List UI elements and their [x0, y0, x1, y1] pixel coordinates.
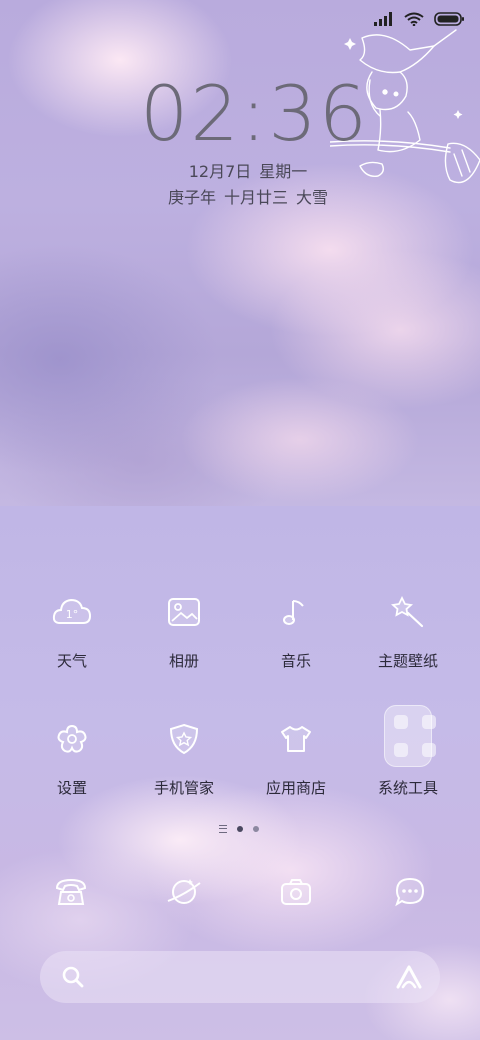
- app-security[interactable]: 手机管家: [128, 715, 240, 798]
- app-folder-system-tools[interactable]: 系统工具: [352, 704, 464, 798]
- messages-icon: [395, 877, 425, 907]
- app-store[interactable]: 应用商店: [240, 715, 352, 798]
- folder-preview: [384, 704, 436, 767]
- app-label: 相册: [168, 652, 199, 670]
- weekday-text: 星期一: [259, 162, 308, 181]
- page-indicator[interactable]: [219, 825, 259, 833]
- app-themes[interactable]: 主题壁纸: [352, 588, 464, 671]
- app-label: 天气: [56, 652, 87, 670]
- search-bar[interactable]: [40, 951, 440, 1003]
- app-weather[interactable]: 1° 天气: [16, 588, 128, 671]
- page-dot: [253, 826, 259, 832]
- app-store-shirt-icon: [272, 715, 320, 763]
- security-shield-icon: [160, 715, 208, 763]
- weather-icon-temp: 1°: [65, 607, 79, 621]
- dock-browser[interactable]: [154, 862, 214, 922]
- solar-term-text: 大雪: [296, 188, 329, 207]
- lunar-date-text: 十月廿三: [223, 188, 288, 207]
- camera-icon: [281, 879, 311, 905]
- phone-icon: [55, 878, 87, 905]
- lunar-date-line: 庚子年 十月廿三 大雪: [0, 184, 480, 208]
- gallery-icon: [160, 588, 208, 636]
- assistant-a-icon[interactable]: [394, 963, 424, 991]
- app-label: 主题壁纸: [377, 652, 438, 670]
- weather-icon: 1°: [48, 588, 96, 636]
- app-label: 应用商店: [265, 779, 326, 797]
- theme-wand-icon: [384, 588, 432, 636]
- dock-camera[interactable]: [266, 862, 326, 922]
- app-label: 系统工具: [377, 779, 438, 797]
- dock-messages[interactable]: [380, 862, 440, 922]
- settings-flower-icon: [48, 715, 96, 763]
- app-gallery[interactable]: 相册: [128, 588, 240, 671]
- app-music[interactable]: 音乐: [240, 588, 352, 671]
- browser-planet-icon: [167, 879, 201, 904]
- app-label: 手机管家: [153, 779, 214, 797]
- date-text: 12月7日: [188, 162, 252, 181]
- music-icon: [272, 588, 320, 636]
- app-label: 设置: [56, 779, 87, 797]
- date-line: 12月7日 星期一: [0, 158, 480, 182]
- dock-phone[interactable]: [41, 862, 101, 922]
- lunar-year-text: 庚子年: [167, 188, 216, 207]
- app-label: 音乐: [280, 652, 311, 670]
- page-dot-active: [237, 826, 243, 832]
- folder-icon: [384, 704, 436, 767]
- app-settings[interactable]: 设置: [16, 715, 128, 798]
- lockscreen-clock: 02:36: [140, 69, 370, 158]
- page-list-indicator: [219, 825, 227, 833]
- search-icon[interactable]: [60, 964, 86, 990]
